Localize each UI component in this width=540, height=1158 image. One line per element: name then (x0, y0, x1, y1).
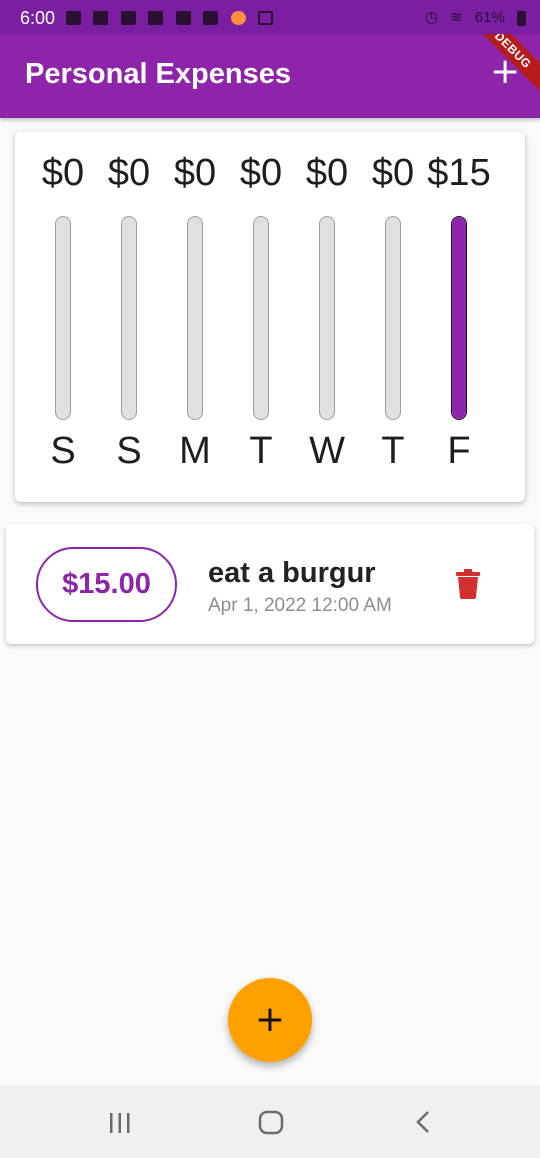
bar-fill (452, 217, 466, 419)
back-button[interactable] (403, 1107, 443, 1137)
status-bar: 6:00 ◷ ≋ 61% (0, 0, 540, 34)
chart-bar-column: $0 M (162, 132, 228, 502)
floating-add-button[interactable]: + (228, 978, 312, 1062)
app-bar: Personal Expenses + DEBUG (0, 34, 540, 118)
status-time: 6:00 (20, 8, 56, 28)
bar-amount-label: $15 (427, 152, 491, 194)
transaction-item: $15.00 eat a burgur Apr 1, 2022 12:00 AM (6, 524, 534, 644)
mail-icon (175, 10, 191, 25)
bar-track (121, 216, 137, 420)
app-notification-icon (230, 10, 246, 25)
recent-apps-button[interactable] (100, 1107, 140, 1137)
bar-amount-label: $0 (371, 152, 415, 194)
bar-amount-label: $0 (305, 152, 349, 194)
notification-icons (66, 9, 281, 25)
bar-amount-label: $0 (173, 152, 217, 194)
bar-day-label: S (116, 430, 142, 472)
chart-bar-column: $0 T (360, 132, 426, 502)
bar-day-label: M (179, 430, 211, 472)
alarm-icon: ◷ (424, 9, 438, 26)
system-icons: ◷ ≋ 61% (417, 8, 526, 26)
system-nav-bar (0, 1085, 540, 1158)
bar-track (55, 216, 71, 420)
cloud-icon (148, 10, 164, 25)
app-title: Personal Expenses (25, 58, 291, 90)
bar-day-label: W (309, 430, 345, 472)
bar-track (187, 216, 203, 420)
battery-icon (517, 10, 526, 26)
back-icon (416, 1111, 429, 1133)
plus-icon: + (254, 999, 286, 1040)
bar-amount-label: $0 (41, 152, 85, 194)
transaction-title: eat a burgur (208, 557, 376, 589)
trash-icon (456, 569, 480, 599)
bar-day-label: T (381, 430, 405, 472)
bar-track (451, 216, 467, 420)
chart-bar-column: $15 F (426, 132, 492, 502)
bar-day-label: F (447, 430, 471, 472)
home-icon (258, 1110, 284, 1135)
transaction-amount: $15.00 (36, 547, 177, 622)
chart-bar-column: $0 T (228, 132, 294, 502)
wifi-icon: ≋ (450, 9, 463, 26)
delete-transaction-button[interactable] (456, 569, 480, 599)
chart-bar-column: $0 S (30, 132, 96, 502)
mail-icon (203, 10, 219, 25)
bar-day-label: S (50, 430, 76, 472)
bar-track (253, 216, 269, 420)
home-button[interactable] (251, 1107, 291, 1137)
facebook-icon (120, 10, 136, 25)
bar-track (385, 216, 401, 420)
message-icon (66, 10, 81, 25)
chart-bar-column: $0 S (96, 132, 162, 502)
cloud-icon (93, 10, 109, 25)
bar-amount-label: $0 (107, 152, 151, 194)
battery-percent: 61% (474, 9, 505, 26)
chart-bar-column: $0 W (294, 132, 360, 502)
close-box-icon (258, 10, 274, 25)
transaction-date: Apr 1, 2022 12:00 AM (208, 595, 392, 616)
bar-track (319, 216, 335, 420)
recent-apps-icon (110, 1113, 130, 1133)
weekly-chart-card: $0 S $0 S $0 M $0 T $0 W $0 T $15 F (15, 132, 525, 502)
bar-amount-label: $0 (239, 152, 283, 194)
bar-day-label: T (249, 430, 273, 472)
